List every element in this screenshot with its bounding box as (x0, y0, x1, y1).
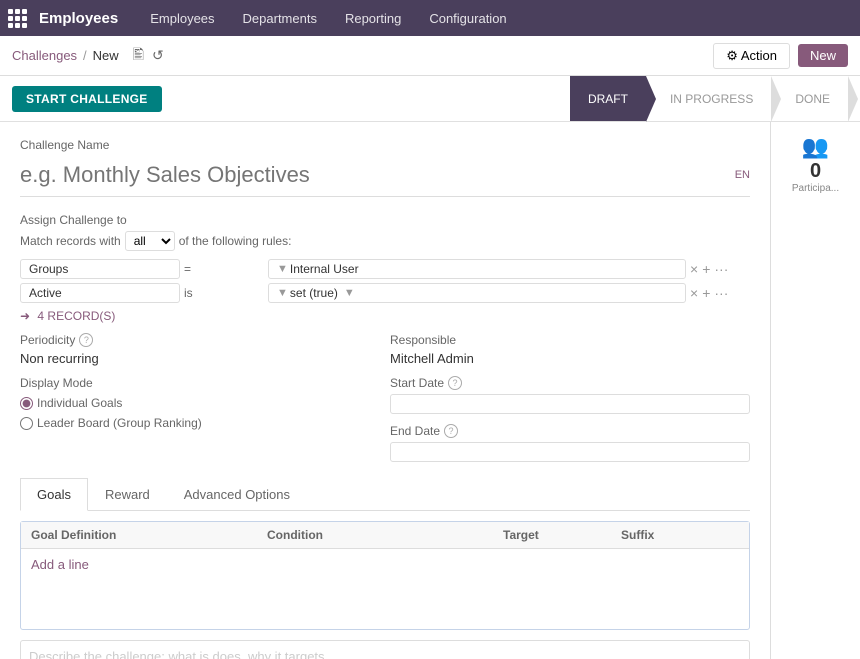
form-area: Challenge Name EN Assign Challenge to Ma… (0, 122, 770, 659)
participants-icon: 👥 (779, 134, 852, 160)
description-area[interactable]: Describe the challenge: what is does, wh… (20, 640, 750, 659)
nav-item-employees[interactable]: Employees (138, 0, 226, 36)
periodicity-value: Non recurring (20, 351, 380, 366)
col-target: Target (503, 528, 621, 542)
match-prefix: Match records with (20, 234, 121, 248)
radio-individual[interactable]: Individual Goals (20, 396, 380, 410)
lang-badge[interactable]: EN (735, 169, 750, 181)
main-form: Challenge Name EN Assign Challenge to Ma… (0, 122, 770, 659)
col-goal-definition: Goal Definition (31, 528, 267, 542)
participants-count: 0 (779, 160, 852, 183)
responsible-value: Mitchell Admin (390, 351, 750, 366)
assign-label: Assign Challenge to (20, 213, 750, 227)
challenge-name-input[interactable] (20, 158, 727, 192)
status-step-draft[interactable]: DRAFT (570, 76, 646, 121)
end-date-group: End Date ? (390, 424, 750, 462)
add-line[interactable]: Add a line (21, 549, 749, 580)
radio-leaderboard-input[interactable] (20, 417, 33, 430)
radio-leaderboard[interactable]: Leader Board (Group Ranking) (20, 416, 380, 430)
rule-operator-active: is (184, 286, 264, 300)
challenge-name-wrapper: Challenge Name EN (20, 138, 750, 197)
nav-item-departments[interactable]: Departments (231, 0, 329, 36)
rule-actions-active: × + ··· (690, 285, 750, 301)
radio-individual-input[interactable] (20, 397, 33, 410)
status-step-in-progress[interactable]: IN PROGRESS (646, 76, 771, 121)
rule-add-active[interactable]: + (702, 285, 710, 301)
description-wrapper: Describe the challenge: what is does, wh… (20, 640, 750, 659)
two-col-fields: Periodicity ? Non recurring Display Mode (20, 333, 750, 462)
responsible-label: Responsible (390, 333, 750, 347)
app-grid-icon[interactable] (8, 9, 27, 28)
new-button[interactable]: New (798, 44, 848, 67)
periodicity-label: Periodicity ? (20, 333, 380, 347)
rule-field-groups[interactable]: Groups (20, 259, 180, 279)
breadcrumb-bar: Challenges / New 🖺 ↺ ⚙ Action New (0, 36, 860, 76)
discard-icon[interactable]: ↺ (152, 47, 164, 64)
main-content: Challenge Name EN Assign Challenge to Ma… (0, 122, 860, 659)
breadcrumb-right: ⚙ Action New (713, 43, 848, 69)
tab-reward[interactable]: Reward (88, 478, 167, 511)
rule-value-active[interactable]: ▼ set (true) ▼ (268, 283, 686, 303)
rule-delete-groups[interactable]: × (690, 261, 698, 277)
start-challenge-button[interactable]: START CHALLENGE (12, 86, 162, 112)
tab-goals[interactable]: Goals (20, 478, 88, 511)
nav-item-reporting[interactable]: Reporting (333, 0, 413, 36)
breadcrumb-current: New (93, 48, 119, 63)
display-mode-group: Display Mode Individual Goals Leader Boa… (20, 376, 380, 430)
right-panel: 👥 0 Participa... (770, 122, 860, 659)
goals-table: Goal Definition Condition Target Suffix … (20, 521, 750, 630)
display-mode-radios: Individual Goals Leader Board (Group Ran… (20, 396, 380, 430)
rule-add-groups[interactable]: + (702, 261, 710, 277)
rule-more-active[interactable]: ··· (714, 285, 728, 301)
status-bar: START CHALLENGE DRAFT IN PROGRESS DONE (0, 76, 860, 122)
status-steps: DRAFT IN PROGRESS DONE (570, 76, 848, 121)
participants-label: Participa... (779, 183, 852, 194)
tabs-bar: Goals Reward Advanced Options (20, 478, 750, 511)
challenge-name-label: Challenge Name (20, 138, 750, 152)
rule-field-active[interactable]: Active (20, 283, 180, 303)
start-date-label: Start Date ? (390, 376, 750, 390)
display-mode-label: Display Mode (20, 376, 380, 390)
nav-item-configuration[interactable]: Configuration (417, 0, 518, 36)
match-suffix: of the following rules: (179, 234, 292, 248)
match-row: Match records with all any of the follow… (20, 231, 750, 251)
records-link[interactable]: ➜ 4 RECORD(S) (20, 309, 750, 323)
content-wrapper: Challenge Name EN Assign Challenge to Ma… (0, 122, 860, 659)
end-date-input[interactable] (390, 442, 750, 462)
tab-advanced-options[interactable]: Advanced Options (167, 478, 307, 511)
breadcrumb-parent[interactable]: Challenges (12, 48, 77, 63)
status-step-done[interactable]: DONE (771, 76, 848, 121)
start-date-help[interactable]: ? (448, 376, 462, 390)
match-select[interactable]: all any (125, 231, 175, 251)
rule-operator-groups: = (184, 262, 264, 276)
periodicity-group: Periodicity ? Non recurring (20, 333, 380, 366)
right-fields: Responsible Mitchell Admin Start Date ? (390, 333, 750, 462)
rule-delete-active[interactable]: × (690, 285, 698, 301)
left-fields: Periodicity ? Non recurring Display Mode (20, 333, 380, 462)
app-name[interactable]: Employees (39, 10, 118, 27)
periodicity-help[interactable]: ? (79, 333, 93, 347)
rule-actions-groups: × + ··· (690, 261, 750, 277)
responsible-group: Responsible Mitchell Admin (390, 333, 750, 366)
rule-more-groups[interactable]: ··· (714, 261, 728, 277)
goals-table-body: Add a line (21, 549, 749, 629)
col-condition: Condition (267, 528, 503, 542)
assign-section: Assign Challenge to Match records with a… (20, 213, 750, 323)
save-icon[interactable]: 🖺 (133, 44, 144, 68)
action-button[interactable]: ⚙ Action (713, 43, 790, 69)
col-suffix: Suffix (621, 528, 739, 542)
start-date-group: Start Date ? (390, 376, 750, 414)
end-date-help[interactable]: ? (444, 424, 458, 438)
rule-row-groups: Groups = ▼ Internal User × + ··· (20, 259, 750, 279)
end-date-label: End Date ? (390, 424, 750, 438)
goals-table-header: Goal Definition Condition Target Suffix (21, 522, 749, 549)
records-arrow: ➜ (20, 309, 30, 323)
breadcrumb-icons: 🖺 ↺ (133, 44, 164, 68)
top-navigation: Employees Employees Departments Reportin… (0, 0, 860, 36)
start-date-input[interactable] (390, 394, 750, 414)
breadcrumb-separator: / (83, 48, 87, 63)
rule-value-groups[interactable]: ▼ Internal User (268, 259, 686, 279)
rule-row-active: Active is ▼ set (true) ▼ × + ··· (20, 283, 750, 303)
breadcrumb-left: Challenges / New 🖺 ↺ (12, 44, 164, 68)
